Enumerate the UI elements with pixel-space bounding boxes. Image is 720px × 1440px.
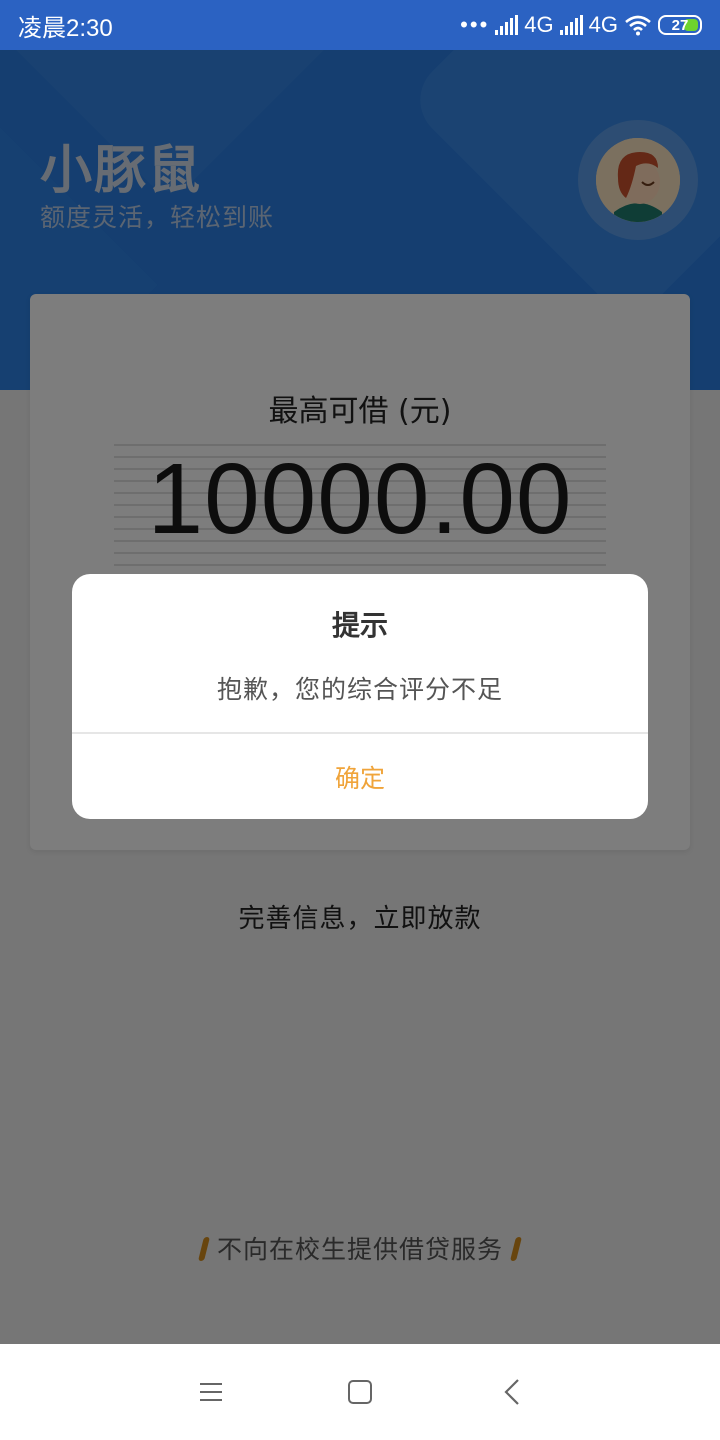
network-type-2: 4G <box>588 12 618 37</box>
status-time: 凌晨2:30 <box>18 14 113 42</box>
home-icon <box>348 1380 372 1404</box>
status-bar: 凌晨2:30 ••• 4G 4G 27 <box>0 0 720 50</box>
network-type-1: 4G <box>524 12 554 37</box>
system-nav-bar <box>0 1344 720 1440</box>
menu-button[interactable] <box>191 1374 231 1410</box>
dialog-message: 抱歉，您的综合评分不足 <box>216 675 503 704</box>
back-button[interactable] <box>492 1374 532 1410</box>
back-icon <box>504 1379 519 1405</box>
home-button[interactable] <box>340 1374 380 1410</box>
dialog-confirm-button[interactable]: 确定 <box>72 734 648 819</box>
battery-icon: 27 <box>658 15 702 35</box>
signal-icon <box>495 15 519 35</box>
battery-percent: 27 <box>671 16 689 34</box>
alert-dialog: 提示 抱歉，您的综合评分不足 确定 <box>72 574 648 819</box>
menu-icon <box>200 1383 222 1401</box>
status-icons: ••• 4G 4G 27 <box>460 12 702 38</box>
signal-icon-2 <box>559 15 583 35</box>
notification-dots-icon: ••• <box>460 12 490 37</box>
wifi-icon <box>625 15 651 36</box>
dialog-title: 提示 <box>331 609 388 642</box>
